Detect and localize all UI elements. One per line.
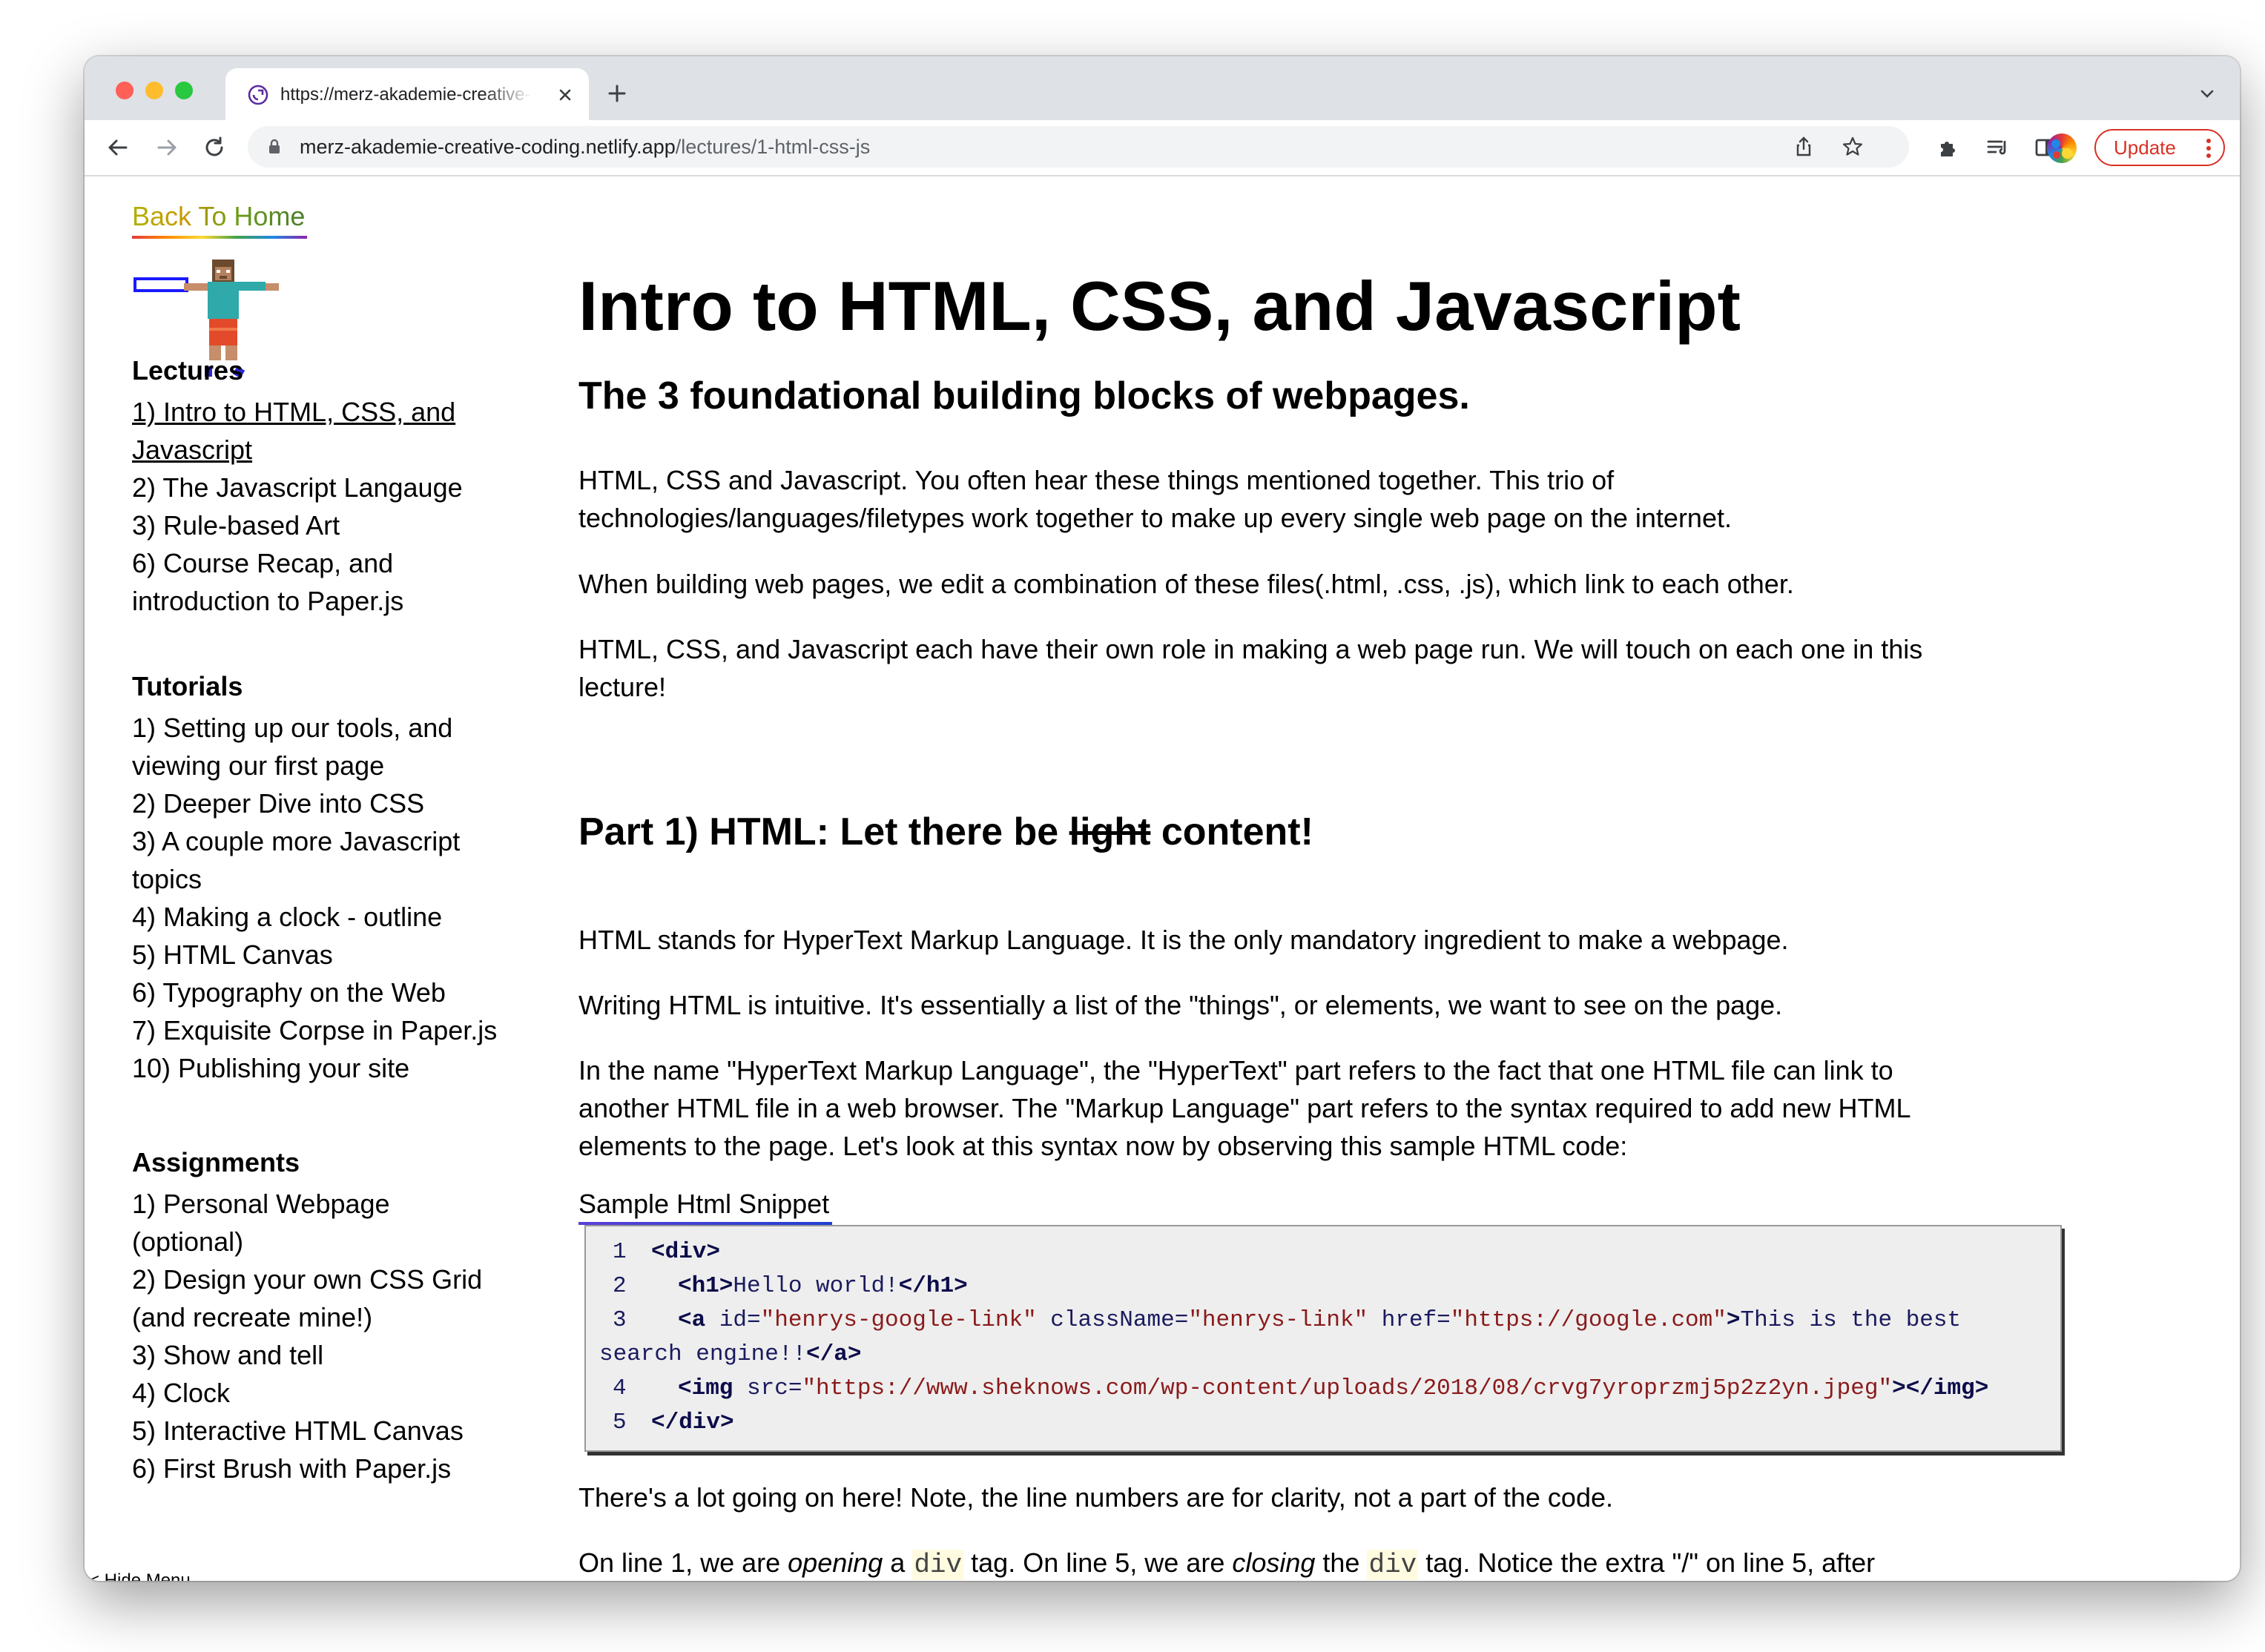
after-code-paragraph-2: On line 1, we are opening a div tag. On … xyxy=(578,1547,1876,1580)
tutorial-link-1-cont[interactable]: viewing our first page xyxy=(132,747,518,784)
update-button[interactable]: Update xyxy=(2094,129,2225,166)
assignment-link-2-cont[interactable]: (and recreate mine!) xyxy=(132,1298,518,1336)
lecture-link-3[interactable]: 3) Rule-based Art xyxy=(132,506,518,544)
code-line-1: 1 <div> xyxy=(599,1235,720,1269)
tutorial-link-2[interactable]: 2) Deeper Dive into CSS xyxy=(132,784,518,822)
html-paragraph-2: Writing HTML is intuitive. It's essentia… xyxy=(578,990,1783,1020)
browser-tab[interactable]: https://merz-akademie-creative-coding.ne… xyxy=(225,68,589,120)
hide-menu-button[interactable]: < Hide Menu xyxy=(89,1570,191,1581)
url-host: merz-akademie-creative-coding.netlify.ap… xyxy=(300,136,676,158)
inline-code-div: div xyxy=(1367,1550,1419,1580)
line-number: 5 xyxy=(613,1410,627,1435)
part-1-heading: Part 1) HTML: Let there be light content… xyxy=(578,808,1313,856)
lecture-link-1[interactable]: 1) Intro to HTML, CSS, and xyxy=(132,393,518,431)
line-number: 4 xyxy=(613,1375,627,1401)
maximize-window-button[interactable] xyxy=(175,82,193,99)
url-path: /lectures/1-html-css-js xyxy=(675,136,871,158)
tutorial-link-3[interactable]: 3) A couple more Javascript xyxy=(132,822,518,860)
close-window-button[interactable] xyxy=(116,82,133,99)
tutorial-link-10[interactable]: 10) Publishing your site xyxy=(132,1049,518,1087)
update-label: Update xyxy=(2114,136,2176,159)
page-title: Intro to HTML, CSS, and Javascript xyxy=(578,267,1741,345)
lectures-heading: Lectures xyxy=(132,355,244,386)
tutorial-link-6[interactable]: 6) Typography on the Web xyxy=(132,974,518,1011)
intro-paragraph-2: When building web pages, we edit a combi… xyxy=(578,569,1794,599)
forward-arrow-icon[interactable] xyxy=(153,133,181,162)
lock-icon[interactable] xyxy=(264,136,285,157)
page-subtitle: The 3 foundational building blocks of we… xyxy=(578,374,1470,417)
page-viewport: Back To Home Lectures 1) Intro to HTML, … xyxy=(85,176,2240,1581)
part-1-prefix: Part 1) HTML: Let there be xyxy=(578,810,1069,853)
media-queue-icon[interactable] xyxy=(1983,133,2011,162)
profile-avatar[interactable] xyxy=(2047,133,2077,163)
assignment-link-1[interactable]: 1) Personal Webpage xyxy=(132,1185,518,1223)
part-1-struck-word: light xyxy=(1069,810,1151,853)
part-1-suffix: content! xyxy=(1150,810,1313,853)
html-paragraph-1: HTML stands for HyperText Markup Languag… xyxy=(578,925,1789,955)
bookmark-star-icon[interactable] xyxy=(1841,135,1865,159)
inline-code-div: div xyxy=(912,1550,964,1580)
chevron-down-icon[interactable] xyxy=(2197,83,2218,104)
browser-window: https://merz-akademie-creative-coding.ne… xyxy=(85,56,2240,1581)
close-tab-icon[interactable] xyxy=(555,85,576,105)
lecture-link-1-cont[interactable]: Javascript xyxy=(132,431,518,469)
more-vertical-icon[interactable] xyxy=(2206,138,2212,159)
assignment-link-6[interactable]: 6) First Brush with Paper.js xyxy=(132,1450,518,1487)
share-icon[interactable] xyxy=(1792,135,1816,159)
html-paragraph-3: In the name "HyperText Markup Language",… xyxy=(578,1055,1910,1161)
tab-title: https://merz-akademie-creative-coding.ne… xyxy=(280,85,533,105)
assignment-link-3[interactable]: 3) Show and tell xyxy=(132,1336,518,1374)
lecture-link-6[interactable]: 6) Course Recap, and xyxy=(132,544,518,582)
extensions-icon[interactable] xyxy=(1934,133,1962,162)
code-line-5: 5 </div> xyxy=(599,1406,734,1440)
back-link-underline xyxy=(132,236,307,239)
line-number: 2 xyxy=(613,1273,627,1299)
code-line-3: 3 <a id="henrys-google-link" className="h… xyxy=(599,1304,1961,1338)
address-bar[interactable]: merz-akademie-creative-coding.netlify.ap… xyxy=(248,126,1909,168)
back-to-home-link[interactable]: Back To Home xyxy=(132,200,305,233)
assignment-link-4[interactable]: 4) Clock xyxy=(132,1374,518,1412)
new-tab-icon[interactable] xyxy=(604,80,630,107)
reload-icon[interactable] xyxy=(200,133,228,162)
gatsby-favicon-icon xyxy=(248,85,268,105)
back-arrow-icon[interactable] xyxy=(104,133,132,162)
tutorial-link-1[interactable]: 1) Setting up our tools, and xyxy=(132,709,518,747)
line-number: 3 xyxy=(613,1307,627,1333)
tutorial-link-4[interactable]: 4) Making a clock - outline xyxy=(132,898,518,936)
tutorial-link-7[interactable]: 7) Exquisite Corpse in Paper.js xyxy=(132,1011,518,1049)
code-line-2: 2 <h1>Hello world!</h1> xyxy=(599,1269,968,1304)
lecture-link-2[interactable]: 2) The Javascript Langauge xyxy=(132,469,518,506)
line-number: 1 xyxy=(613,1239,627,1265)
tab-strip: https://merz-akademie-creative-coding.ne… xyxy=(85,56,2240,120)
code-line-3-wrap: search engine!!</a> xyxy=(599,1341,862,1367)
snippet-title-link[interactable]: Sample Html Snippet xyxy=(578,1188,829,1220)
lecture-link-6-cont[interactable]: introduction to Paper.js xyxy=(132,582,518,620)
assignment-link-2[interactable]: 2) Design your own CSS Grid xyxy=(132,1261,518,1298)
assignment-link-1-cont[interactable]: (optional) xyxy=(132,1223,518,1261)
code-line-4: 4 <img src="https://www.sheknows.com/wp-c… xyxy=(599,1372,1988,1406)
assignment-link-5[interactable]: 5) Interactive HTML Canvas xyxy=(132,1412,518,1450)
tutorial-link-3-cont[interactable]: topics xyxy=(132,860,518,898)
tutorial-link-5[interactable]: 5) HTML Canvas xyxy=(132,936,518,974)
code-snippet: 1 <div> 2 <h1>Hello world!</h1> 3 <a id="he… xyxy=(584,1225,2062,1452)
after-code-paragraph-1: There's a lot going on here! Note, the l… xyxy=(578,1482,1613,1513)
intro-paragraph-1: HTML, CSS and Javascript. You often hear… xyxy=(578,465,1732,533)
browser-toolbar: merz-akademie-creative-coding.netlify.ap… xyxy=(85,120,2240,176)
assignments-heading: Assignments xyxy=(132,1147,300,1177)
minimize-window-button[interactable] xyxy=(145,82,163,99)
tutorials-heading: Tutorials xyxy=(132,671,243,701)
url-text[interactable]: merz-akademie-creative-coding.netlify.ap… xyxy=(300,135,870,159)
intro-paragraph-3: HTML, CSS, and Javascript each have thei… xyxy=(578,634,1923,702)
